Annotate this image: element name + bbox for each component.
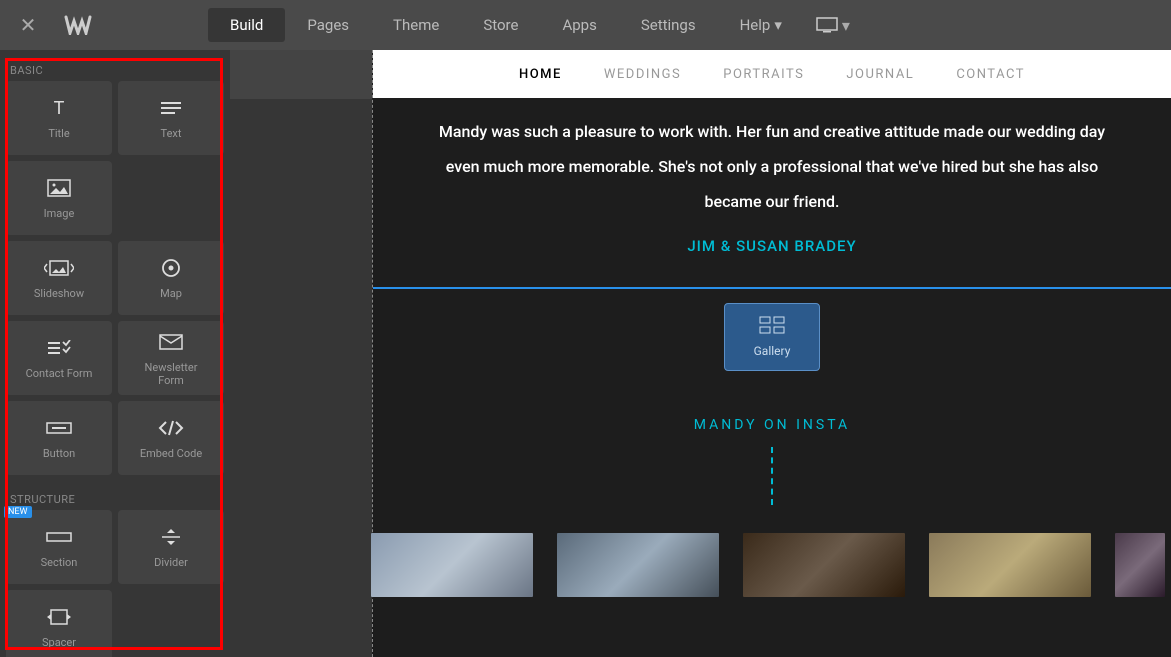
weebly-logo[interactable]: [48, 15, 108, 35]
tile-newsletter-form[interactable]: Newsletter Form: [118, 321, 224, 395]
preview-nav-home[interactable]: HOME: [519, 67, 562, 82]
site-preview[interactable]: HOME WEDDINGS PORTRAITS JOURNAL CONTACT …: [372, 50, 1171, 657]
image-icon: [47, 175, 71, 201]
tile-button[interactable]: Button: [6, 401, 112, 475]
title-icon: T: [47, 95, 71, 121]
section-icon: [46, 524, 72, 550]
tile-section[interactable]: NEW Section: [6, 510, 112, 584]
map-icon: [161, 255, 181, 281]
svg-text:T: T: [54, 98, 65, 118]
top-toolbar: ✕ Build Pages Theme Store Apps Settings …: [0, 0, 1171, 50]
testimonial-author: JIM & SUSAN BRADEY: [433, 230, 1111, 263]
insta-thumbnails[interactable]: [371, 505, 1171, 597]
insta-thumb[interactable]: [371, 533, 533, 597]
insta-thumb[interactable]: [743, 533, 905, 597]
text-icon: [159, 95, 183, 121]
nav-pages[interactable]: Pages: [285, 8, 371, 42]
tile-contact-form[interactable]: Contact Form: [6, 321, 112, 395]
nav-build[interactable]: Build: [208, 8, 285, 42]
divider-icon: [160, 524, 182, 550]
chevron-down-icon: ▾: [842, 16, 850, 35]
vertical-divider: [771, 447, 773, 505]
insta-heading[interactable]: MANDY ON INSTA: [373, 417, 1171, 433]
desktop-icon: [816, 17, 838, 33]
canvas-area: HOME WEDDINGS PORTRAITS JOURNAL CONTACT …: [230, 50, 1171, 657]
tile-divider[interactable]: Divider: [118, 510, 224, 584]
preview-nav-journal[interactable]: JOURNAL: [846, 67, 914, 82]
section-divider: [373, 287, 1171, 289]
tile-embed-code[interactable]: Embed Code: [118, 401, 224, 475]
tile-map[interactable]: Map: [118, 241, 224, 315]
code-icon: [158, 415, 184, 441]
chevron-down-icon: ▾: [774, 16, 782, 34]
testimonial-block[interactable]: Mandy was such a pleasure to work with. …: [373, 98, 1171, 287]
contact-form-icon: [46, 335, 72, 361]
preview-nav: HOME WEDDINGS PORTRAITS JOURNAL CONTACT: [373, 50, 1171, 98]
device-selector[interactable]: ▾: [804, 16, 862, 35]
section-label-basic: BASIC: [6, 56, 224, 81]
newsletter-icon: [159, 329, 183, 355]
tile-text[interactable]: Text: [118, 81, 224, 155]
tile-spacer[interactable]: Spacer: [6, 590, 112, 657]
slideshow-icon: [44, 255, 74, 281]
nav-settings[interactable]: Settings: [619, 8, 718, 42]
gallery-placeholder[interactable]: Gallery: [724, 303, 820, 371]
elements-sidebar: BASIC T Title Text Image Slideshow Map: [0, 50, 230, 657]
gallery-icon: [759, 316, 785, 338]
tile-slideshow[interactable]: Slideshow: [6, 241, 112, 315]
insta-thumb[interactable]: [929, 533, 1091, 597]
tile-image[interactable]: Image: [6, 161, 112, 235]
preview-nav-weddings[interactable]: WEDDINGS: [604, 67, 681, 82]
insta-thumb[interactable]: [557, 533, 719, 597]
preview-nav-contact[interactable]: CONTACT: [956, 67, 1025, 82]
spacer-icon: [47, 604, 71, 630]
nav-theme[interactable]: Theme: [371, 8, 461, 42]
nav-help[interactable]: Help▾: [718, 8, 804, 42]
nav-apps[interactable]: Apps: [540, 8, 618, 42]
nav-store[interactable]: Store: [461, 8, 540, 42]
section-label-structure: STRUCTURE: [6, 485, 224, 510]
tile-title[interactable]: T Title: [6, 81, 112, 155]
new-badge: NEW: [4, 506, 32, 518]
button-icon: [46, 415, 72, 441]
testimonial-text: Mandy was such a pleasure to work with. …: [433, 114, 1111, 220]
gallery-label: Gallery: [754, 344, 791, 358]
close-icon[interactable]: ✕: [8, 13, 48, 37]
preview-nav-portraits[interactable]: PORTRAITS: [723, 67, 804, 82]
insta-thumb[interactable]: [1115, 533, 1165, 597]
